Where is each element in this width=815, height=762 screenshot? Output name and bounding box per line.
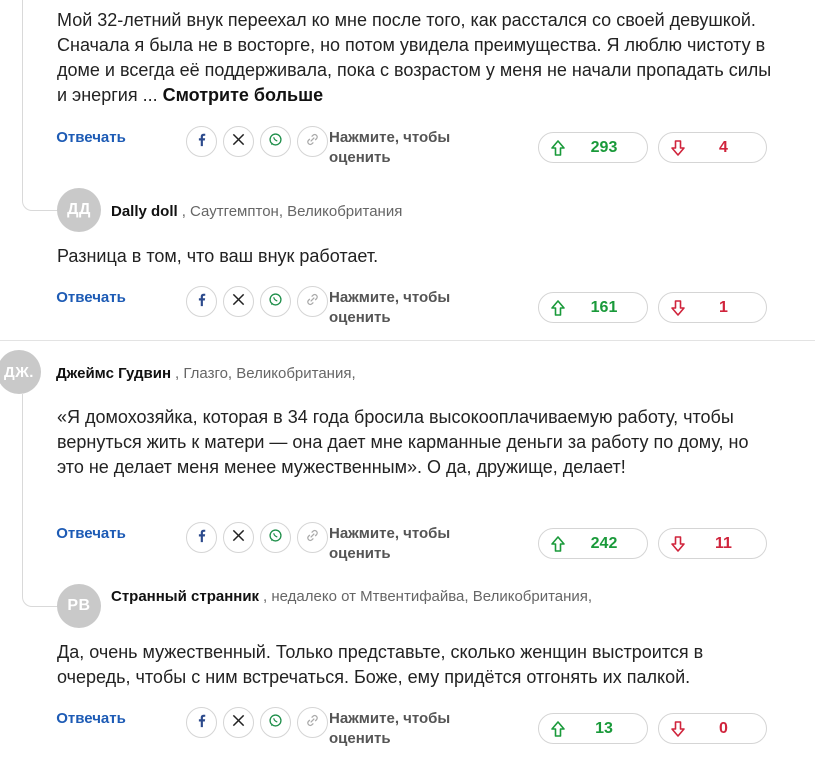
reply-branch-line [22,170,59,211]
author-name[interactable]: Джеймс Гудвин [56,365,171,382]
share-facebook-button[interactable] [186,286,217,317]
upvote-button[interactable]: 13 [538,713,648,744]
author-name[interactable]: Странный странник [111,588,259,605]
reply-button[interactable]: Отвечать [50,707,132,731]
copy-link-button[interactable] [297,707,328,738]
downvote-button[interactable]: 0 [658,713,767,744]
share-x-button[interactable] [223,522,254,553]
share-x-button[interactable] [223,707,254,738]
share-facebook-button[interactable] [186,522,217,553]
share-whatsapp-button[interactable] [260,522,291,553]
downvote-count: 4 [719,138,728,156]
avatar: ДЖ. [0,350,41,394]
copy-link-button[interactable] [297,286,328,317]
rate-prompt: Нажмите, чтобы оценить [329,525,451,562]
reply-button[interactable]: Отвечать [50,522,132,546]
comment-text: «Я домохозяйка, которая в 34 года бросил… [57,407,749,477]
whatsapp-icon [268,292,283,312]
downvote-button[interactable]: 11 [658,528,767,559]
share-facebook-button[interactable] [186,707,217,738]
facebook-icon [194,132,209,152]
downvote-count: 11 [715,534,732,552]
x-icon [231,713,246,733]
upvote-count: 242 [590,534,618,552]
avatar: РВ [57,584,101,628]
share-x-button[interactable] [223,286,254,317]
reply-button[interactable]: Отвечать [50,286,132,310]
facebook-icon [194,292,209,312]
link-icon [305,132,320,152]
share-whatsapp-button[interactable] [260,126,291,157]
copy-link-button[interactable] [297,522,328,553]
x-icon [231,132,246,152]
rate-prompt: Нажмите, чтобы оценить [329,710,451,747]
author-name[interactable]: Dally doll [111,203,178,220]
rate-prompt: Нажмите, чтобы оценить [329,289,451,326]
avatar: ДД [57,188,101,232]
share-x-button[interactable] [223,126,254,157]
comment-text: Мой 32-летний внук переехал ко мне после… [57,8,777,108]
link-icon [305,713,320,733]
author-location: , недалеко от Мтвентифайва, Великобритан… [263,587,593,605]
link-icon [305,292,320,312]
downvote-count: 0 [719,719,728,737]
author-line: Странный странник , недалеко от Мтвентиф… [111,584,592,608]
author-line: Dally doll , Саутгемптон, Великобритания [111,199,402,223]
thread-line [22,0,23,170]
upvote-button[interactable]: 242 [538,528,648,559]
downvote-button[interactable]: 4 [658,132,767,163]
share-whatsapp-button[interactable] [260,707,291,738]
author-location: , Саутгемптон, Великобритания [181,202,403,220]
x-icon [231,292,246,312]
reply-button[interactable]: Отвечать [50,126,132,150]
facebook-icon [194,528,209,548]
whatsapp-icon [268,713,283,733]
thread-line [22,394,23,564]
whatsapp-icon [268,132,283,152]
comment-text: Да, очень мужественный. Только представь… [57,642,704,687]
copy-link-button[interactable] [297,126,328,157]
whatsapp-icon [268,528,283,548]
upvote-button[interactable]: 293 [538,132,648,163]
reply-branch-line [22,564,59,607]
upvote-count: 293 [590,138,618,156]
link-icon [305,528,320,548]
rate-prompt: Нажмите, чтобы оценить [329,129,451,166]
facebook-icon [194,713,209,733]
comment-text: Разница в том, что ваш внук работает. [57,246,379,266]
downvote-button[interactable]: 1 [658,292,767,323]
downvote-count: 1 [719,298,728,316]
upvote-button[interactable]: 161 [538,292,648,323]
see-more-link[interactable]: Смотрите больше [163,85,324,105]
x-icon [231,528,246,548]
author-line: Джеймс Гудвин , Глазго, Великобритания, [56,361,356,385]
comment-divider [0,340,815,341]
upvote-count: 161 [590,298,618,316]
author-location: , Глазго, Великобритания, [175,364,356,382]
share-facebook-button[interactable] [186,126,217,157]
upvote-count: 13 [595,719,613,737]
share-whatsapp-button[interactable] [260,286,291,317]
